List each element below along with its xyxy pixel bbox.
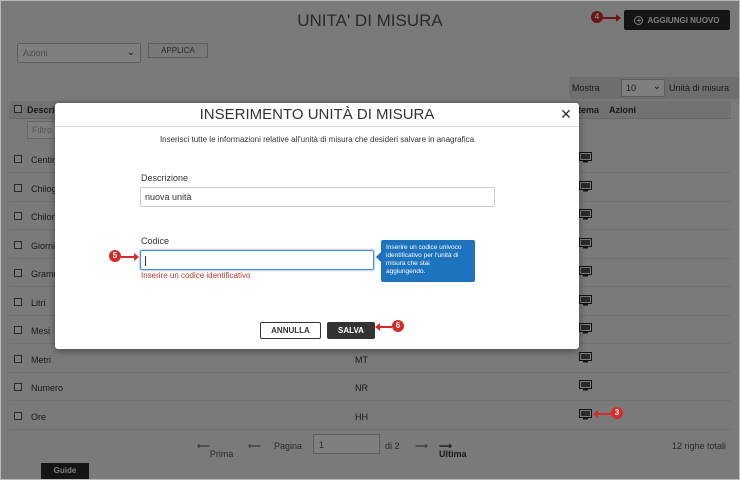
save-button[interactable]: SALVA (327, 322, 375, 339)
close-icon[interactable]: ✕ (559, 107, 573, 121)
code-help-tooltip: Inserire un codice univoco identificativ… (376, 240, 475, 282)
annotation-marker-6: 6 (392, 320, 404, 332)
description-label: Descrizione (141, 173, 189, 183)
annotation-marker-3: 3 (611, 407, 623, 419)
annotation-arrow (121, 253, 139, 261)
app-frame: UNITA' DI MISURA + AGGIUNGI NUOVO Azioni… (0, 0, 740, 480)
code-error-message: Inserire un codice identificativo (141, 271, 251, 280)
code-input[interactable] (140, 250, 374, 270)
text-caret (145, 255, 146, 266)
code-label: Codice (141, 236, 170, 246)
insert-unit-modal: INSERIMENTO UNITÀ DI MISURA ✕ Inserisci … (55, 103, 579, 349)
annotation-arrow (375, 323, 392, 331)
annotation-arrow (593, 410, 611, 418)
annotation-marker-5: 5 (109, 250, 121, 262)
modal-title: INSERIMENTO UNITÀ DI MISURA (55, 103, 579, 127)
description-input[interactable]: nuova unità (140, 187, 495, 207)
modal-subtitle: Inserisci tutte le informazioni relative… (159, 135, 475, 144)
cancel-button[interactable]: ANNULLA (260, 322, 321, 339)
